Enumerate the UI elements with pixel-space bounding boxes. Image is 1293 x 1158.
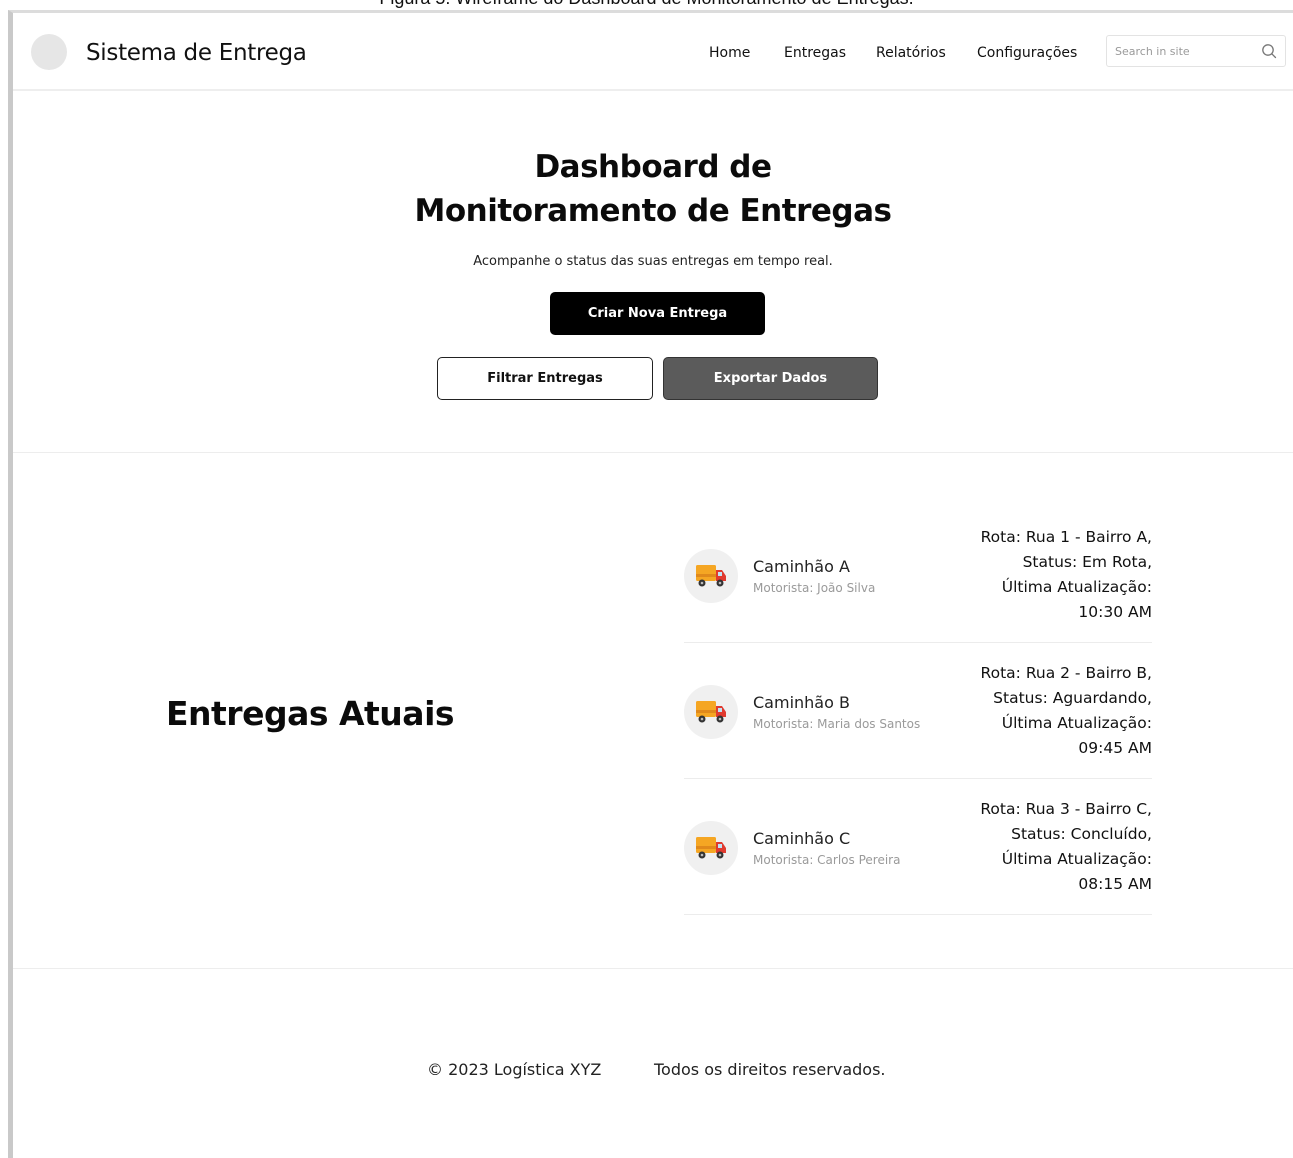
row-divider (684, 914, 1152, 915)
truck-icon (696, 565, 726, 587)
route-text: Rota: Rua 2 - Bairro B, (980, 664, 1152, 682)
delivery-details: Rota: Rua 2 - Bairro B, Status: Aguardan… (932, 661, 1152, 761)
figure-caption: Figura 5: Wireframe do Dashboard de Moni… (0, 0, 1293, 8)
nav-configuracoes[interactable]: Configurações (977, 45, 1077, 61)
export-data-button[interactable]: Exportar Dados (663, 357, 878, 400)
truck-name: Caminhão B (753, 693, 850, 712)
footer-copyright: © 2023 Logística XYZ (427, 1060, 602, 1079)
delivery-truck-icon (684, 821, 738, 875)
driver-name: Motorista: João Silva (753, 581, 876, 595)
driver-name: Motorista: Carlos Pereira (753, 853, 901, 867)
status-text: Status: Aguardando, (993, 689, 1152, 707)
create-delivery-button[interactable]: Criar Nova Entrega (550, 292, 765, 335)
footer-divider (13, 968, 1293, 969)
list-item[interactable]: Caminhão C Motorista: Carlos Pereira Rot… (684, 797, 1152, 917)
logo-icon[interactable] (31, 34, 67, 70)
section-divider (13, 452, 1293, 453)
nav-relatorios[interactable]: Relatórios (876, 45, 946, 61)
route-text: Rota: Rua 3 - Bairro C, (980, 800, 1152, 818)
update-time: 09:45 AM (1078, 739, 1152, 757)
nav-entregas[interactable]: Entregas (784, 45, 846, 61)
update-time: 10:30 AM (1078, 603, 1152, 621)
truck-name: Caminhão C (753, 829, 851, 848)
page-subtitle: Acompanhe o status das suas entregas em … (473, 254, 833, 269)
delivery-truck-icon (684, 549, 738, 603)
site-header: Sistema de Entrega Home Entregas Relatór… (13, 13, 1293, 91)
brand-name[interactable]: Sistema de Entrega (86, 40, 307, 66)
update-label: Última Atualização: (1001, 850, 1152, 868)
update-label: Última Atualização: (1001, 578, 1152, 596)
row-divider (684, 778, 1152, 779)
page-title-line1: Dashboard de (534, 149, 772, 185)
status-text: Status: Em Rota, (1022, 553, 1152, 571)
search-icon[interactable] (1261, 43, 1277, 59)
truck-name: Caminhão A (753, 557, 850, 576)
page-title: Dashboard de Monitoramento de Entregas (13, 145, 1293, 233)
status-text: Status: Concluído, (1011, 825, 1152, 843)
update-label: Última Atualização: (1001, 714, 1152, 732)
truck-icon (696, 837, 726, 859)
list-item[interactable]: Caminhão A Motorista: João Silva Rota: R… (684, 525, 1152, 645)
delivery-truck-icon (684, 685, 738, 739)
footer-rights: Todos os direitos reservados. (654, 1060, 886, 1079)
delivery-details: Rota: Rua 3 - Bairro C, Status: Concluíd… (932, 797, 1152, 897)
update-time: 08:15 AM (1078, 875, 1152, 893)
truck-icon (696, 701, 726, 723)
search-placeholder: Search in site (1115, 45, 1190, 58)
route-text: Rota: Rua 1 - Bairro A, (980, 528, 1152, 546)
section-title: Entregas Atuais (166, 694, 455, 733)
row-divider (684, 642, 1152, 643)
delivery-details: Rota: Rua 1 - Bairro A, Status: Em Rota,… (932, 525, 1152, 625)
list-item[interactable]: Caminhão B Motorista: Maria dos Santos R… (684, 661, 1152, 781)
page-title-line2: Monitoramento de Entregas (414, 193, 892, 229)
search-input[interactable]: Search in site (1106, 35, 1286, 67)
browser-frame: Sistema de Entrega Home Entregas Relatór… (8, 10, 1293, 1158)
driver-name: Motorista: Maria dos Santos (753, 717, 921, 731)
nav-home[interactable]: Home (709, 45, 750, 61)
filter-deliveries-button[interactable]: Filtrar Entregas (437, 357, 653, 400)
